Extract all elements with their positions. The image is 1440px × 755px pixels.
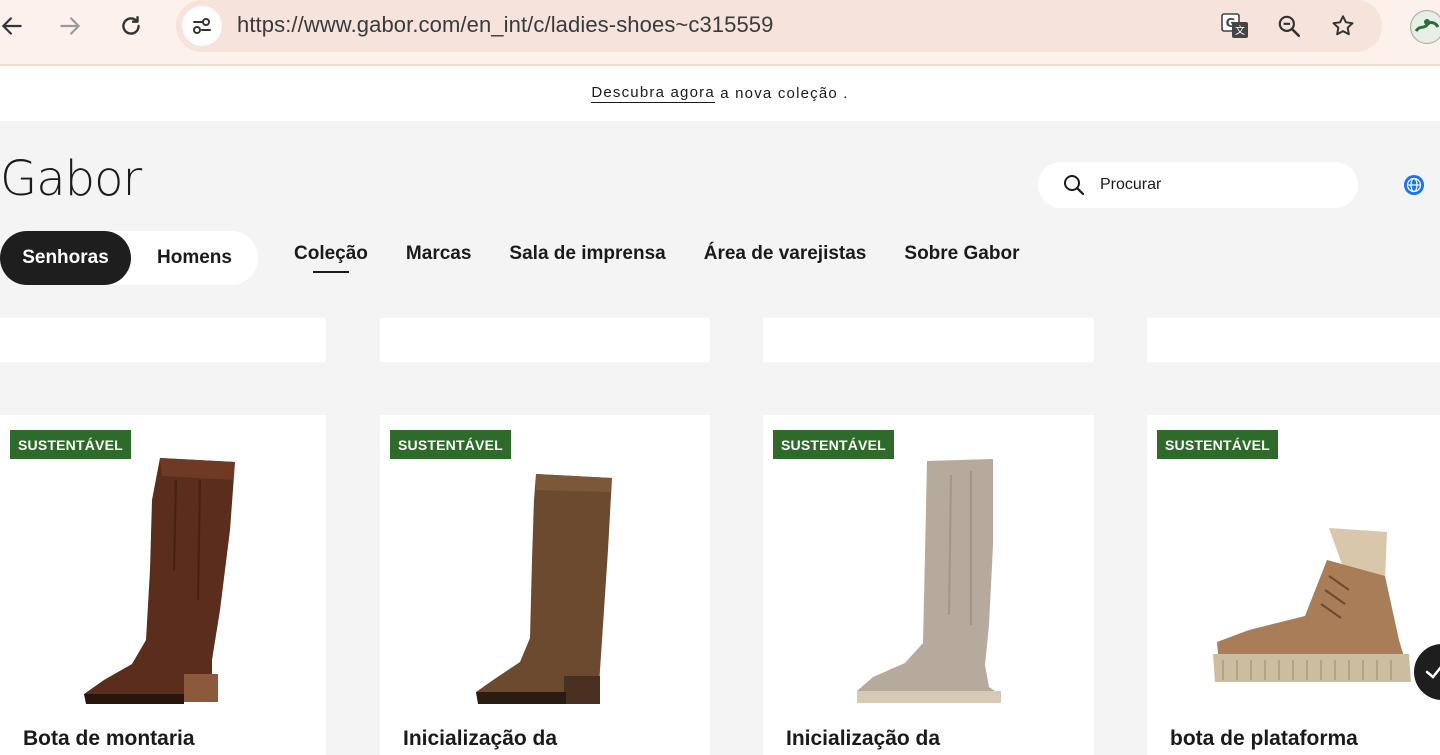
search-input[interactable]: [1098, 175, 1332, 195]
browser-toolbar: https://www.gabor.com/en_int/c/ladies-sh…: [0, 0, 1440, 66]
search-icon: [1062, 172, 1088, 198]
product-title[interactable]: Bota de montaria: [23, 727, 195, 751]
profile-avatar[interactable]: [1410, 10, 1440, 44]
svg-text:文: 文: [1235, 24, 1245, 37]
product-title[interactable]: Inicialização da: [403, 727, 557, 751]
site-info-button[interactable]: [182, 6, 222, 46]
nav-item-sobre-gabor[interactable]: Sobre Gabor: [904, 243, 1019, 265]
tune-icon: [193, 18, 211, 34]
product-card-partial[interactable]: [380, 318, 710, 362]
nav-item-area-de-varejistas[interactable]: Área de varejistas: [704, 243, 867, 265]
taupe-boot-image: [857, 459, 1001, 703]
arrow-left-icon: [1, 17, 22, 35]
url-text[interactable]: https://www.gabor.com/en_int/c/ladies-sh…: [237, 12, 773, 38]
suede-boot-image: [476, 474, 612, 704]
gender-toggle: Senhoras Homens: [0, 231, 258, 285]
platform-boot-image: [1213, 528, 1411, 682]
search-box[interactable]: [1038, 162, 1358, 208]
product-card-partial[interactable]: [0, 318, 326, 362]
product-title[interactable]: Inicialização da: [786, 727, 940, 751]
avatar-icon: [1412, 12, 1440, 42]
nav-item-sala-de-imprensa[interactable]: Sala de imprensa: [509, 243, 665, 265]
announcement-bar: Descubra agora a nova coleção .: [0, 66, 1440, 121]
back-button[interactable]: [0, 10, 28, 42]
forward-button[interactable]: [54, 10, 86, 42]
tab-senhoras[interactable]: Senhoras: [0, 231, 131, 285]
zoom-out-icon: [1278, 15, 1301, 38]
zoom-button[interactable]: [1273, 10, 1305, 42]
language-selector[interactable]: [1403, 174, 1425, 196]
riding-boot-image: [84, 458, 235, 704]
reload-icon: [122, 16, 140, 35]
chat-icon: [1425, 666, 1440, 679]
sustainable-badge: SUSTENTÁVEL: [390, 430, 511, 459]
main-navigation: Coleção Marcas Sala de imprensa Área de …: [294, 243, 1057, 273]
star-icon: [1332, 15, 1354, 36]
product-card-partial[interactable]: [1147, 318, 1440, 362]
site-header: Gabor Senhoras Homens Coleção Marcas Sal…: [0, 121, 1440, 318]
reload-button[interactable]: [115, 10, 147, 42]
tab-homens[interactable]: Homens: [131, 231, 258, 285]
announcement-text: a nova coleção .: [714, 85, 849, 102]
discover-link[interactable]: Descubra agora: [591, 84, 715, 103]
product-card[interactable]: SUSTENTÁVEL Inicialização da: [763, 415, 1094, 755]
globe-icon: [1404, 175, 1424, 195]
translate-icon: G 文: [1221, 13, 1248, 38]
nav-item-colecao[interactable]: Coleção: [294, 243, 368, 273]
sustainable-badge: SUSTENTÁVEL: [1157, 430, 1278, 459]
product-card-partial[interactable]: [763, 318, 1094, 362]
arrow-right-icon: [60, 17, 81, 35]
bookmark-button[interactable]: [1327, 10, 1359, 42]
product-card[interactable]: SUSTENTÁVEL Bota de montaria: [0, 415, 326, 755]
translate-button[interactable]: G 文: [1219, 10, 1251, 42]
brand-logo[interactable]: Gabor: [0, 151, 142, 207]
product-card[interactable]: SUSTENTÁVEL Inicialização da: [380, 415, 710, 755]
nav-item-marcas[interactable]: Marcas: [406, 243, 472, 265]
product-card[interactable]: SUSTENTÁVEL bota de plataforma: [1147, 415, 1440, 755]
product-title[interactable]: bota de plataforma: [1170, 727, 1358, 751]
